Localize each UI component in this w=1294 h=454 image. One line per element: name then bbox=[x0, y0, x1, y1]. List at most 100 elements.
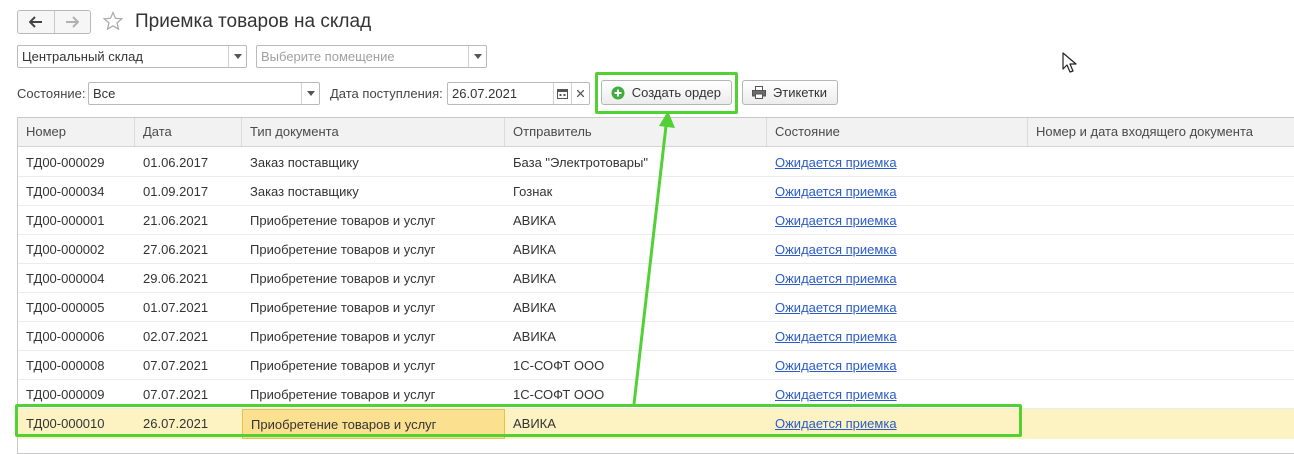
cell-date: 21.06.2021 bbox=[143, 213, 209, 228]
chevron-down-icon bbox=[306, 91, 315, 96]
cell-state-link[interactable]: Ожидается приемка bbox=[767, 322, 1028, 351]
cell-sender: АВИКА bbox=[513, 300, 556, 315]
column-header-date[interactable]: Дата bbox=[135, 118, 242, 146]
cell-number: ТД00-000006 bbox=[26, 329, 105, 344]
cell-state-link[interactable]: Ожидается приемка bbox=[767, 293, 1028, 322]
cell-state-link[interactable]: Ожидается приемка bbox=[767, 148, 1028, 177]
cell-number: ТД00-000008 bbox=[26, 358, 105, 373]
create-order-label: Создать ордер bbox=[631, 85, 721, 100]
forward-button[interactable] bbox=[53, 11, 91, 33]
date-value: 26.07.2021 bbox=[452, 86, 518, 101]
table-row-selected[interactable]: ТД00-000010 26.07.2021 Приобретение това… bbox=[18, 409, 1294, 439]
cell-number: ТД00-000034 bbox=[26, 184, 105, 199]
cell-state-link[interactable]: Ожидается приемка bbox=[767, 206, 1028, 235]
cell-number: ТД00-000009 bbox=[26, 387, 105, 402]
table-row[interactable]: ТД00-000005 01.07.2021 Приобретение това… bbox=[18, 293, 1294, 322]
date-label: Дата поступления: bbox=[330, 86, 443, 101]
cell-number: ТД00-000004 bbox=[26, 271, 105, 286]
table-row[interactable]: ТД00-000009 07.07.2021 Приобретение това… bbox=[18, 380, 1294, 409]
cell-date: 01.09.2017 bbox=[143, 184, 209, 199]
chevron-down-icon bbox=[233, 54, 242, 59]
cell-incoming-doc bbox=[1028, 235, 1294, 264]
cell-state-link[interactable]: Ожидается приемка bbox=[767, 380, 1028, 409]
cell-doc-type: Приобретение товаров и услуг bbox=[250, 358, 436, 373]
table-row[interactable]: ТД00-000008 07.07.2021 Приобретение това… bbox=[18, 351, 1294, 380]
room-placeholder: Выберите помещение bbox=[261, 49, 395, 64]
cell-incoming-doc bbox=[1028, 206, 1294, 235]
cell-doc-type: Приобретение товаров и услуг bbox=[250, 329, 436, 344]
cell-number: ТД00-000029 bbox=[26, 155, 105, 170]
cell-incoming-doc bbox=[1028, 148, 1294, 177]
table-row[interactable]: ТД00-000006 02.07.2021 Приобретение това… bbox=[18, 322, 1294, 351]
favorite-button[interactable] bbox=[101, 9, 125, 33]
state-select[interactable]: Все bbox=[88, 82, 320, 105]
arrow-right-icon bbox=[66, 16, 80, 28]
room-dropdown-button[interactable] bbox=[468, 46, 486, 67]
cell-doc-type: Приобретение товаров и услуг bbox=[250, 387, 436, 402]
cell-incoming-doc bbox=[1028, 264, 1294, 293]
warehouse-select[interactable]: Центральный склад bbox=[17, 45, 247, 68]
column-header-doc-type[interactable]: Тип документа bbox=[242, 118, 505, 146]
cell-incoming-doc bbox=[1028, 293, 1294, 322]
cell-incoming-doc bbox=[1028, 177, 1294, 206]
cell-state-link[interactable]: Ожидается приемка bbox=[767, 351, 1028, 380]
cell-state-link[interactable]: Ожидается приемка bbox=[767, 235, 1028, 264]
cell-date: 29.06.2021 bbox=[143, 271, 209, 286]
table-row[interactable]: ТД00-000029 01.06.2017 Заказ поставщику … bbox=[18, 148, 1294, 177]
cell-date: 07.07.2021 bbox=[143, 387, 209, 402]
cell-sender: АВИКА bbox=[513, 213, 556, 228]
cell-state-link[interactable]: Ожидается приемка bbox=[767, 409, 1028, 439]
clear-date-button[interactable] bbox=[571, 83, 589, 104]
cell-number: ТД00-000010 bbox=[26, 416, 105, 431]
cell-sender: 1С-СОФТ ООО bbox=[513, 387, 605, 402]
cell-incoming-doc bbox=[1028, 409, 1294, 439]
cell-sender: Гознак bbox=[513, 184, 553, 199]
create-order-button[interactable]: Создать ордер bbox=[601, 80, 732, 105]
cell-date: 26.07.2021 bbox=[143, 416, 209, 431]
back-button[interactable] bbox=[18, 11, 54, 33]
cell-sender: АВИКА bbox=[513, 416, 556, 431]
labels-label: Этикетки bbox=[772, 85, 827, 100]
cell-date: 02.07.2021 bbox=[143, 329, 209, 344]
printer-icon bbox=[751, 85, 767, 101]
calendar-button[interactable] bbox=[553, 83, 571, 104]
cell-doc-type: Заказ поставщику bbox=[250, 184, 359, 199]
column-header-sender[interactable]: Отправитель bbox=[505, 118, 767, 146]
table-header: Номер Дата Тип документа Отправитель Сос… bbox=[18, 118, 1294, 147]
state-dropdown-button[interactable] bbox=[301, 83, 319, 104]
cell-date: 01.06.2017 bbox=[143, 155, 209, 170]
plus-circle-icon bbox=[610, 85, 626, 101]
labels-button[interactable]: Этикетки bbox=[742, 80, 838, 105]
cell-state-link[interactable]: Ожидается приемка bbox=[767, 264, 1028, 293]
cell-date: 07.07.2021 bbox=[143, 358, 209, 373]
close-icon bbox=[577, 90, 584, 97]
cell-incoming-doc bbox=[1028, 380, 1294, 409]
table-row[interactable]: ТД00-000004 29.06.2021 Приобретение това… bbox=[18, 264, 1294, 293]
cell-doc-type: Заказ поставщику bbox=[250, 155, 359, 170]
cell-doc-type: Приобретение товаров и услуг bbox=[250, 271, 436, 286]
column-header-number[interactable]: Номер bbox=[18, 118, 135, 146]
cell-date: 01.07.2021 bbox=[143, 300, 209, 315]
table-row[interactable]: ТД00-000001 21.06.2021 Приобретение това… bbox=[18, 206, 1294, 235]
cell-sender: База "Электротовары" bbox=[513, 155, 648, 170]
page-title: Приемка товаров на склад bbox=[135, 11, 372, 32]
cell-sender: АВИКА bbox=[513, 271, 556, 286]
mouse-cursor-icon bbox=[1062, 52, 1077, 73]
cell-sender: 1С-СОФТ ООО bbox=[513, 358, 605, 373]
cell-state-link[interactable]: Ожидается приемка bbox=[767, 177, 1028, 206]
calendar-icon bbox=[557, 89, 568, 99]
column-header-incoming-doc[interactable]: Номер и дата входящего документа bbox=[1028, 118, 1294, 146]
cell-doc-type-focused: Приобретение товаров и услуг bbox=[242, 409, 505, 439]
column-header-state[interactable]: Состояние bbox=[767, 118, 1028, 146]
warehouse-value: Центральный склад bbox=[22, 49, 143, 64]
cell-number: ТД00-000001 bbox=[26, 213, 105, 228]
table-row[interactable]: ТД00-000002 27.06.2021 Приобретение това… bbox=[18, 235, 1294, 264]
table-row[interactable]: ТД00-000034 01.09.2017 Заказ поставщику … bbox=[18, 177, 1294, 206]
arrow-left-icon bbox=[28, 16, 42, 28]
warehouse-dropdown-button[interactable] bbox=[228, 46, 246, 67]
state-value: Все bbox=[93, 86, 116, 101]
date-field[interactable]: 26.07.2021 bbox=[447, 82, 590, 105]
cell-incoming-doc bbox=[1028, 322, 1294, 351]
cell-number: ТД00-000005 bbox=[26, 300, 105, 315]
room-select[interactable]: Выберите помещение bbox=[256, 45, 487, 68]
